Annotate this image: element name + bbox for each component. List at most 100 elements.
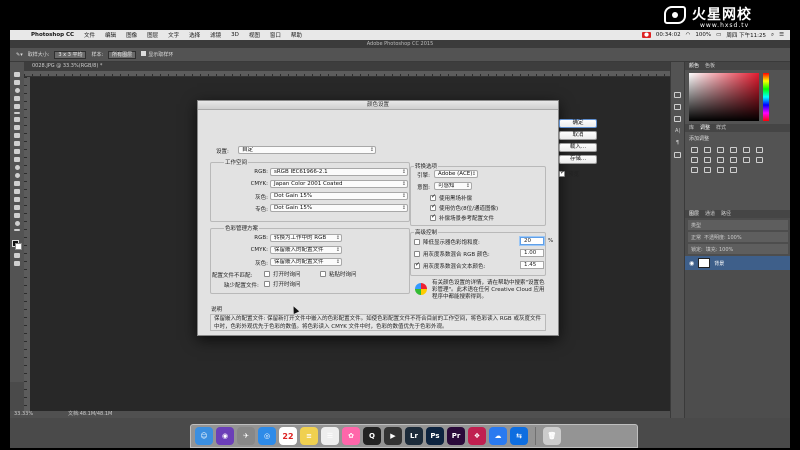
- safari-icon[interactable]: ◎: [258, 427, 276, 445]
- bpc-checkbox[interactable]: [430, 193, 436, 201]
- settings-select[interactable]: 自定: [238, 146, 376, 154]
- vibrance-icon[interactable]: [743, 147, 750, 153]
- character-icon[interactable]: A|: [675, 128, 680, 134]
- hand-tool-icon[interactable]: [14, 213, 20, 218]
- pol-rgb-select[interactable]: 转换为工作中的 RGB: [270, 234, 342, 242]
- gradient-map-icon[interactable]: [717, 167, 724, 173]
- invert-icon[interactable]: [756, 157, 763, 163]
- intent-select[interactable]: 可感知: [434, 182, 472, 190]
- tab-channels[interactable]: 通道: [705, 210, 715, 218]
- show-ring-checkbox[interactable]: [141, 51, 147, 56]
- exposure-icon[interactable]: [730, 147, 737, 153]
- more-tools-icon[interactable]: [14, 229, 20, 231]
- menu-image[interactable]: 图像: [121, 31, 142, 39]
- baidu-icon[interactable]: ☁: [489, 427, 507, 445]
- path-select-tool-icon[interactable]: [14, 197, 20, 202]
- color-picker[interactable]: [689, 73, 786, 121]
- background-color[interactable]: [15, 243, 22, 250]
- finder-icon[interactable]: ☺: [195, 427, 213, 445]
- properties-icon[interactable]: [674, 104, 681, 110]
- lasso-tool-icon[interactable]: [14, 88, 20, 93]
- eyedropper-tool-icon[interactable]: ✎▾: [16, 52, 23, 58]
- layer-kind[interactable]: 类型: [691, 222, 701, 229]
- levels-icon[interactable]: [704, 147, 711, 153]
- zoom-level[interactable]: 33.33%: [14, 411, 33, 417]
- fill[interactable]: 填充: 100%: [706, 246, 734, 253]
- color-lookup-icon[interactable]: [743, 157, 750, 163]
- brush-tool-icon[interactable]: [14, 125, 20, 130]
- photo-filter-icon[interactable]: [717, 157, 724, 163]
- preview-option[interactable]: 预览: [559, 169, 579, 178]
- quick-mask-icon[interactable]: [14, 253, 20, 258]
- finalcut-icon[interactable]: ▶: [384, 427, 402, 445]
- tab-styles[interactable]: 样式: [716, 124, 726, 132]
- show-ring-option[interactable]: 显示取样环: [141, 51, 173, 58]
- pen-tool-icon[interactable]: [14, 181, 20, 186]
- document-tab[interactable]: 0028.JPG @ 33.3%(RGB/8) *: [24, 62, 670, 71]
- selective-color-icon[interactable]: [730, 167, 737, 173]
- zoom-tool-icon[interactable]: [14, 221, 20, 226]
- save-button[interactable]: 存储...: [559, 155, 597, 164]
- photos-icon[interactable]: ✿: [342, 427, 360, 445]
- premiere-icon[interactable]: Pr: [447, 427, 465, 445]
- color-balance-icon[interactable]: [691, 157, 698, 163]
- quick-select-tool-icon[interactable]: [14, 96, 20, 101]
- stamp-tool-icon[interactable]: [14, 133, 20, 138]
- battery-icon[interactable]: ▭: [716, 32, 721, 38]
- menu-edit[interactable]: 编辑: [100, 31, 121, 39]
- photoshop-icon[interactable]: Ps: [426, 427, 444, 445]
- layer-background[interactable]: ◉ 背景: [685, 256, 790, 270]
- blend-mode[interactable]: 正常: [691, 234, 701, 241]
- dither-option[interactable]: 使用仿色(8位/通道图像): [430, 203, 498, 212]
- notes-icon[interactable]: ≡: [300, 427, 318, 445]
- pol-cmyk-select[interactable]: 保留嵌入的配置文件: [270, 246, 342, 254]
- hue-saturation-icon[interactable]: [756, 147, 763, 153]
- mismatch-paste-option[interactable]: 粘贴时询问: [320, 270, 357, 278]
- paragraph-icon[interactable]: ¶: [676, 140, 679, 146]
- sample-select[interactable]: 所有图层: [108, 50, 137, 59]
- brush-presets-icon[interactable]: [674, 152, 681, 158]
- mismatch-paste-checkbox[interactable]: [320, 271, 326, 277]
- opacity[interactable]: 不透明度: 100%: [704, 234, 742, 241]
- load-button[interactable]: 载入...: [559, 143, 597, 152]
- screen-mode-icon[interactable]: [14, 261, 20, 266]
- menu-file[interactable]: 文件: [79, 31, 100, 39]
- blend-text-input[interactable]: 1.45: [520, 261, 544, 269]
- cancel-button[interactable]: 取消: [559, 131, 597, 140]
- color-field[interactable]: [689, 73, 759, 121]
- ok-button[interactable]: 确定: [559, 119, 597, 128]
- posterize-icon[interactable]: [691, 167, 698, 173]
- siri-icon[interactable]: ◉: [216, 427, 234, 445]
- trash-icon[interactable]: 🗑: [543, 427, 561, 445]
- menu-3d[interactable]: 3D: [226, 32, 244, 38]
- wifi-icon[interactable]: ◠: [686, 32, 691, 38]
- record-icon[interactable]: ●: [642, 32, 651, 38]
- tab-swatches[interactable]: 色板: [705, 62, 715, 70]
- blend-text-option[interactable]: 用灰度系数混合文本颜色:: [414, 261, 485, 270]
- mismatch-open-checkbox[interactable]: [264, 271, 270, 277]
- calendar-icon[interactable]: 22: [279, 427, 297, 445]
- sample-size-select[interactable]: 3 x 3 平均: [54, 50, 87, 59]
- menu-filter[interactable]: 滤镜: [205, 31, 226, 39]
- marquee-tool-icon[interactable]: [14, 80, 20, 85]
- missing-open-option[interactable]: 打开时询问: [264, 280, 301, 288]
- blend-text-checkbox[interactable]: [414, 261, 420, 269]
- menu-clock[interactable]: 周四 下午11:25: [726, 31, 766, 39]
- engine-select[interactable]: Adobe (ACE): [434, 170, 478, 178]
- missing-open-checkbox[interactable]: [264, 281, 270, 287]
- crop-tool-icon[interactable]: [14, 104, 20, 109]
- menu-type[interactable]: 文字: [163, 31, 184, 39]
- tab-layers[interactable]: 图层: [689, 210, 699, 218]
- qq-icon[interactable]: Q: [363, 427, 381, 445]
- curves-icon[interactable]: [717, 147, 724, 153]
- blend-rgb-option[interactable]: 用灰度系数混合 RGB 颜色:: [414, 250, 490, 258]
- teamviewer-icon[interactable]: ⇆: [510, 427, 528, 445]
- ws-spot-select[interactable]: Dot Gain 15%: [270, 204, 408, 212]
- menu-layer[interactable]: 图层: [142, 31, 163, 39]
- compensate-option[interactable]: 补偿场景参考配置文件: [430, 213, 494, 222]
- actions-icon[interactable]: [674, 116, 681, 122]
- menu-window[interactable]: 窗口: [265, 31, 286, 39]
- black-white-icon[interactable]: [704, 157, 711, 163]
- list-icon[interactable]: ☰: [779, 32, 784, 38]
- visibility-eye-icon[interactable]: ◉: [689, 260, 694, 267]
